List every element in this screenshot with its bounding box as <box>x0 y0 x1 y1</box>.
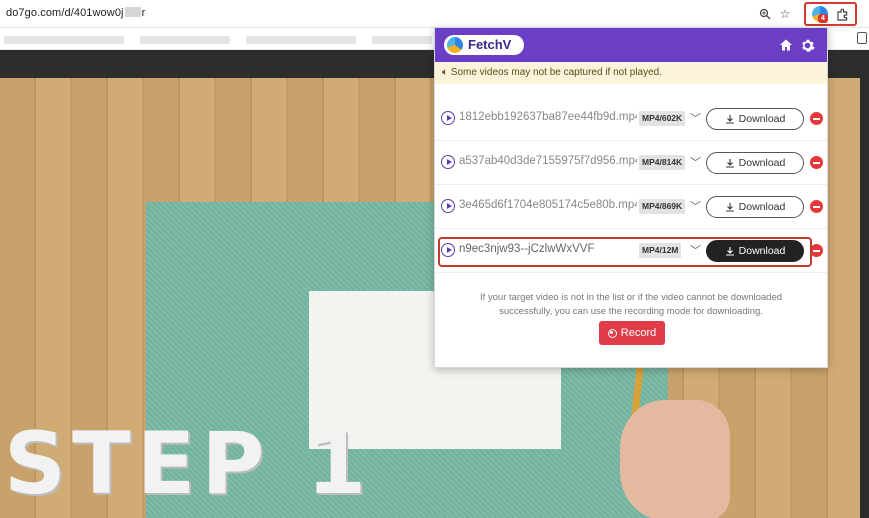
footnote-text: If your target video is not in the list … <box>479 292 783 317</box>
format-badge: MP4/869K <box>639 199 686 214</box>
format-badge: MP4/602K <box>639 111 686 126</box>
download-label: Download <box>738 201 786 213</box>
bookmark-redacted <box>4 36 124 44</box>
video-overlay-text: STEP 1 <box>4 414 373 514</box>
video-hand <box>620 400 730 518</box>
format-badge: MP4/814K <box>639 155 686 170</box>
remove-icon[interactable] <box>810 156 823 169</box>
address-bar[interactable]: do7go.com/d/401wow0j r ☆ 4 <box>0 0 869 28</box>
download-button[interactable]: Download <box>706 152 804 174</box>
remove-icon[interactable] <box>810 112 823 125</box>
download-button[interactable]: Download <box>706 196 804 218</box>
download-icon <box>725 203 734 212</box>
url-prefix: do7go.com/d/401wow0j <box>6 7 124 19</box>
download-icon <box>725 159 734 168</box>
url-redacted <box>124 7 141 17</box>
bookmark-redacted <box>140 36 230 44</box>
settings-gear-icon[interactable] <box>798 36 816 54</box>
download-label: Download <box>738 113 786 125</box>
video-list-item: 1812ebb192637ba87ee44fb9d.mp4 MP4/602K ﹀… <box>435 97 827 141</box>
chevron-down-icon[interactable]: ﹀ <box>690 154 701 170</box>
speaker-icon: 🔈︎ <box>442 67 448 78</box>
download-label: Download <box>738 157 786 169</box>
url-suffix: r <box>141 7 146 19</box>
record-icon <box>607 328 617 338</box>
selected-item-highlight <box>438 237 812 267</box>
notice-text: Some videos may not be captured if not p… <box>450 67 663 78</box>
extension-badge: 4 <box>818 14 828 23</box>
video-filename: a537ab40d3de7155975f7d956.mp4 <box>459 155 637 167</box>
remove-icon[interactable] <box>810 200 823 213</box>
bookmark-redacted <box>372 36 432 44</box>
chevron-down-icon[interactable]: ﹀ <box>690 198 701 214</box>
download-icon <box>725 115 734 124</box>
record-button[interactable]: Record <box>599 321 665 345</box>
video-filename: 1812ebb192637ba87ee44fb9d.mp4 <box>459 111 637 123</box>
download-button[interactable]: Download <box>706 108 804 130</box>
chevron-down-icon[interactable]: ﹀ <box>690 110 701 126</box>
play-icon[interactable] <box>441 199 455 213</box>
video-list-item: 3e465d6f1704e805174c5e80b.mp4 MP4/869K ﹀… <box>435 185 827 229</box>
record-label: Record <box>620 327 657 339</box>
fetchv-popup: FetchV 🔈︎ Some videos may not be capture… <box>434 27 828 368</box>
home-icon[interactable] <box>777 36 795 54</box>
video-list-item: a537ab40d3de7155975f7d956.mp4 MP4/814K ﹀… <box>435 141 827 185</box>
video-filename: 3e465d6f1704e805174c5e80b.mp4 <box>459 199 637 211</box>
zoom-icon[interactable] <box>756 5 774 23</box>
fetchv-logo-icon <box>447 37 463 53</box>
notice-banner: 🔈︎ Some videos may not be captured if no… <box>435 62 827 84</box>
brand-name: FetchV <box>468 37 512 52</box>
extensions-puzzle-icon[interactable] <box>833 5 851 23</box>
bookmark-star-icon[interactable]: ☆ <box>776 5 794 23</box>
bookmarks-folder-icon[interactable] <box>857 32 867 44</box>
play-icon[interactable] <box>441 111 455 125</box>
play-icon[interactable] <box>441 155 455 169</box>
url-text[interactable]: do7go.com/d/401wow0j r <box>6 7 145 19</box>
popup-header: FetchV <box>435 28 827 62</box>
fetchv-logo: FetchV <box>444 35 524 55</box>
bookmark-redacted <box>246 36 356 44</box>
